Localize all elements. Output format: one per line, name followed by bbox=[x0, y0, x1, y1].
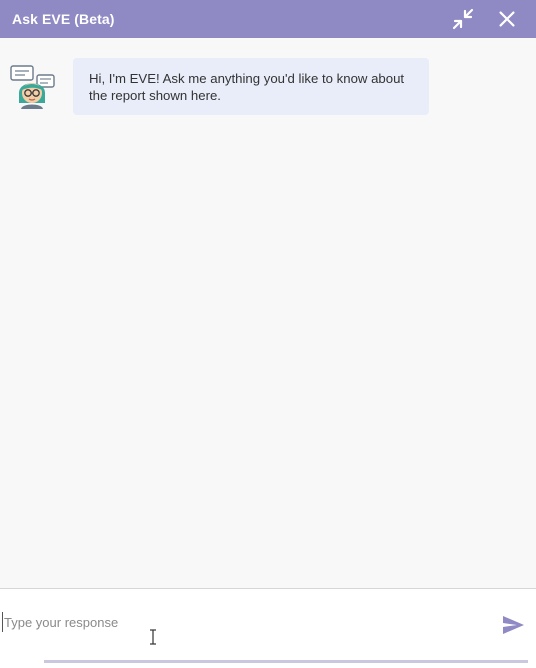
collapse-arrows-icon bbox=[452, 8, 474, 30]
message-text: Hi, I'm EVE! Ask me anything you'd like … bbox=[89, 71, 405, 103]
response-input[interactable] bbox=[2, 612, 482, 632]
message-list bbox=[0, 38, 536, 588]
input-underline bbox=[44, 660, 528, 663]
text-cursor-icon bbox=[150, 629, 156, 645]
chat-window: Ask EVE (Beta) Hi, I'm EVE! Ask me anyth… bbox=[0, 0, 536, 668]
close-button[interactable] bbox=[492, 4, 522, 34]
composer bbox=[0, 589, 536, 668]
send-icon bbox=[503, 616, 524, 634]
close-icon bbox=[499, 11, 515, 27]
send-button[interactable] bbox=[500, 613, 526, 637]
title-bar: Ask EVE (Beta) bbox=[0, 0, 536, 38]
eve-avatar-icon bbox=[10, 63, 56, 109]
window-title: Ask EVE (Beta) bbox=[12, 11, 115, 27]
minimize-button[interactable] bbox=[448, 4, 478, 34]
eve-message-bubble: Hi, I'm EVE! Ask me anything you'd like … bbox=[73, 58, 429, 115]
